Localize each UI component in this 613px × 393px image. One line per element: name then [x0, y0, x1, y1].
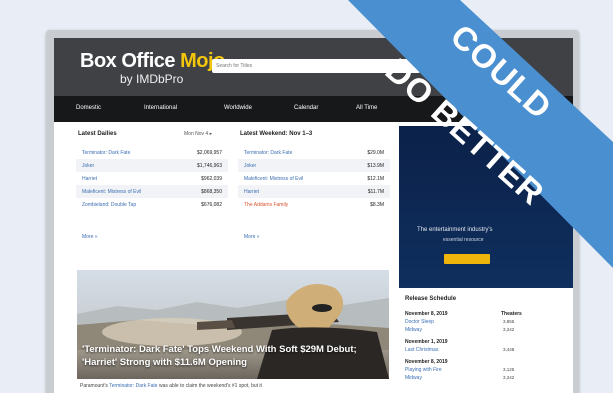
site-logo[interactable]: Box Office Mojo — [80, 50, 225, 73]
release-date: November 8, 2019 — [405, 359, 448, 365]
release-movie-link[interactable]: Midway — [405, 375, 422, 381]
release-movie-link[interactable]: Doctor Sleep — [405, 319, 434, 325]
release-movie-link[interactable]: Last Christmas — [405, 347, 438, 353]
theater-count: 3,242 — [503, 327, 515, 332]
caption-movie-link[interactable]: Terminator: Dark Fate — [109, 383, 157, 389]
logo-subtitle: by IMDbPro — [120, 72, 184, 86]
ad-tagline: The entertainment industry's — [417, 227, 493, 233]
daily-date-picker[interactable]: Mon Nov 4 ▸ — [184, 131, 212, 137]
table-row[interactable]: Zombieland: Double Tap $676,082 — [76, 198, 228, 211]
hero-headline[interactable]: 'Terminator: Dark Fate' Tops Weekend Wit… — [82, 343, 382, 369]
theater-count: 3,125 — [503, 367, 515, 372]
table-row[interactable]: The Addams Family $8.3M — [238, 198, 390, 211]
main-nav: Domestic International Worldwide Calenda… — [54, 96, 573, 122]
release-movie-link[interactable]: Playing with Fire — [405, 367, 442, 373]
release-schedule-title: Release Schedule — [405, 296, 457, 302]
release-movie-link[interactable]: Midway — [405, 327, 422, 333]
release-date: November 8, 2019 — [405, 311, 448, 317]
ad-tagline-2: essential resource — [443, 237, 484, 243]
weekend-title: Latest Weekend: Nov 1–3 — [240, 131, 313, 137]
table-row[interactable]: Terminator: Dark Fate $2,069,957 — [76, 146, 228, 159]
theater-count: 3,855 — [503, 319, 515, 324]
table-row[interactable]: Joker $1,746,963 — [76, 159, 228, 172]
nav-all-time[interactable]: All Time — [356, 105, 377, 111]
daily-title: Latest Dailies — [78, 131, 117, 137]
hero-story[interactable]: 'Terminator: Dark Fate' Tops Weekend Wit… — [77, 270, 389, 379]
theater-count: 3,242 — [503, 375, 515, 380]
table-row[interactable]: Maleficent: Mistress of Evil $12.1M — [238, 172, 390, 185]
theaters-header: Theaters — [501, 311, 522, 317]
table-row[interactable]: Harriet $11.7M — [238, 185, 390, 198]
daily-more-link[interactable]: More » — [82, 234, 98, 240]
nav-calendar[interactable]: Calendar — [294, 105, 318, 111]
nav-domestic[interactable]: Domestic — [76, 105, 101, 111]
release-date: November 1, 2019 — [405, 339, 448, 345]
theater-count: 3,448 — [503, 347, 515, 352]
nav-worldwide[interactable]: Worldwide — [224, 105, 252, 111]
table-row[interactable]: Terminator: Dark Fate $29.0M — [238, 146, 390, 159]
table-row[interactable]: Harriet $962,039 — [76, 172, 228, 185]
table-row[interactable]: Joker $13.9M — [238, 159, 390, 172]
ad-cta-button[interactable] — [444, 254, 490, 264]
hero-caption: Paramount's Terminator: Dark Fate was ab… — [80, 383, 262, 389]
table-row[interactable]: Maleficent: Mistress of Evil $868,350 — [76, 185, 228, 198]
nav-international[interactable]: International — [144, 105, 177, 111]
weekend-more-link[interactable]: More » — [244, 234, 260, 240]
